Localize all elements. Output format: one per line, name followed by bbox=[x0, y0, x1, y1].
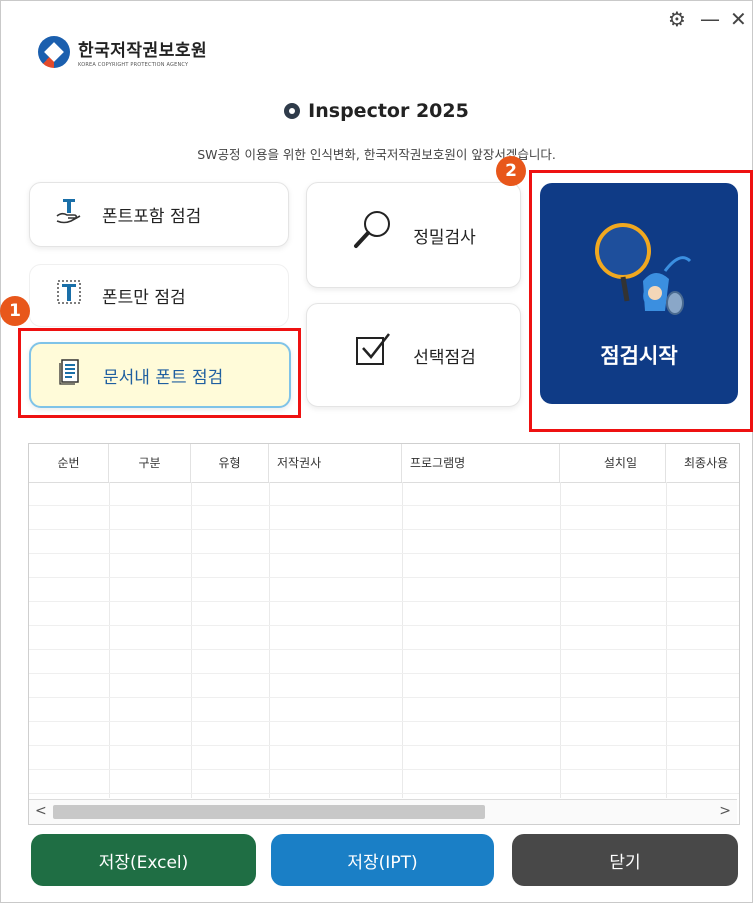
table-body bbox=[29, 482, 739, 798]
step-badge-2: 2 bbox=[496, 156, 526, 186]
font-include-check-button[interactable]: 폰트포함 점검 bbox=[29, 182, 289, 247]
font-include-label: 폰트포함 점검 bbox=[102, 207, 202, 227]
selective-inspection-button[interactable]: 선택점검 bbox=[306, 303, 521, 407]
scrollbar-thumb[interactable] bbox=[53, 805, 485, 819]
table-header-row: 순번 구분 유형 저작권사 프로그램명 설치일 최종사용 bbox=[29, 444, 739, 483]
start-inspection-label: 점검시작 bbox=[600, 344, 678, 368]
app-title-text: Inspector 2025 bbox=[308, 100, 469, 122]
column-header-last-used[interactable]: 최종사용 bbox=[666, 444, 739, 482]
font-only-label: 폰트만 점검 bbox=[102, 288, 186, 308]
agency-logo: 한국저작권보호원 KOREA COPYRIGHT PROTECTION AGEN… bbox=[38, 36, 207, 68]
logo-english-name: KOREA COPYRIGHT PROTECTION AGENCY bbox=[78, 62, 189, 68]
mascot-magnifier-icon bbox=[595, 223, 692, 315]
app-subtitle: SW공정 이용을 위한 인식변화, 한국저작권보호원이 앞장서겠습니다. bbox=[197, 147, 556, 162]
scroll-right-icon[interactable]: > bbox=[719, 803, 731, 819]
scroll-left-icon[interactable]: < bbox=[35, 803, 47, 819]
save-excel-button[interactable]: 저장(Excel) bbox=[31, 834, 256, 886]
column-header-copyright-holder[interactable]: 저작권사 bbox=[269, 444, 402, 482]
detail-inspection-label: 정밀검사 bbox=[413, 227, 476, 248]
document-font-label: 문서내 폰트 점검 bbox=[103, 367, 224, 388]
close-window-button[interactable]: ✕ bbox=[730, 8, 747, 30]
document-font-check-button[interactable]: 문서내 폰트 점검 bbox=[29, 342, 291, 408]
save-ipt-button[interactable]: 저장(IPT) bbox=[271, 834, 494, 886]
agency-emblem-icon bbox=[38, 36, 70, 68]
step-badge-1: 1 bbox=[0, 296, 30, 326]
results-table[interactable]: 순번 구분 유형 저작권사 프로그램명 설치일 최종사용 < > bbox=[28, 443, 740, 825]
start-inspection-button[interactable]: 점검시작 bbox=[540, 183, 738, 404]
inspector-logo-icon bbox=[284, 103, 301, 119]
magnifier-icon bbox=[351, 208, 395, 262]
detail-inspection-button[interactable]: 정밀검사 bbox=[306, 182, 521, 288]
column-header-install-date[interactable]: 설치일 bbox=[560, 444, 666, 482]
document-icon bbox=[55, 357, 85, 394]
column-header-number[interactable]: 순번 bbox=[29, 444, 109, 482]
selective-inspection-label: 선택점검 bbox=[413, 347, 476, 368]
minimize-button[interactable]: — bbox=[700, 8, 720, 30]
logo-korean-name: 한국저작권보호원 bbox=[78, 41, 208, 61]
hand-font-icon bbox=[54, 196, 84, 233]
column-header-category[interactable]: 구분 bbox=[109, 444, 191, 482]
close-button[interactable]: 닫기 bbox=[512, 834, 738, 886]
text-box-icon bbox=[54, 277, 84, 314]
app-title: Inspector 2025 bbox=[0, 100, 753, 122]
gear-icon[interactable]: ⚙ bbox=[668, 8, 686, 30]
horizontal-scrollbar[interactable]: < > bbox=[29, 799, 737, 824]
checkbox-icon bbox=[351, 328, 395, 382]
column-header-program-name[interactable]: 프로그램명 bbox=[402, 444, 560, 482]
font-only-check-button[interactable]: 폰트만 점검 bbox=[29, 264, 289, 327]
column-header-type[interactable]: 유형 bbox=[191, 444, 269, 482]
